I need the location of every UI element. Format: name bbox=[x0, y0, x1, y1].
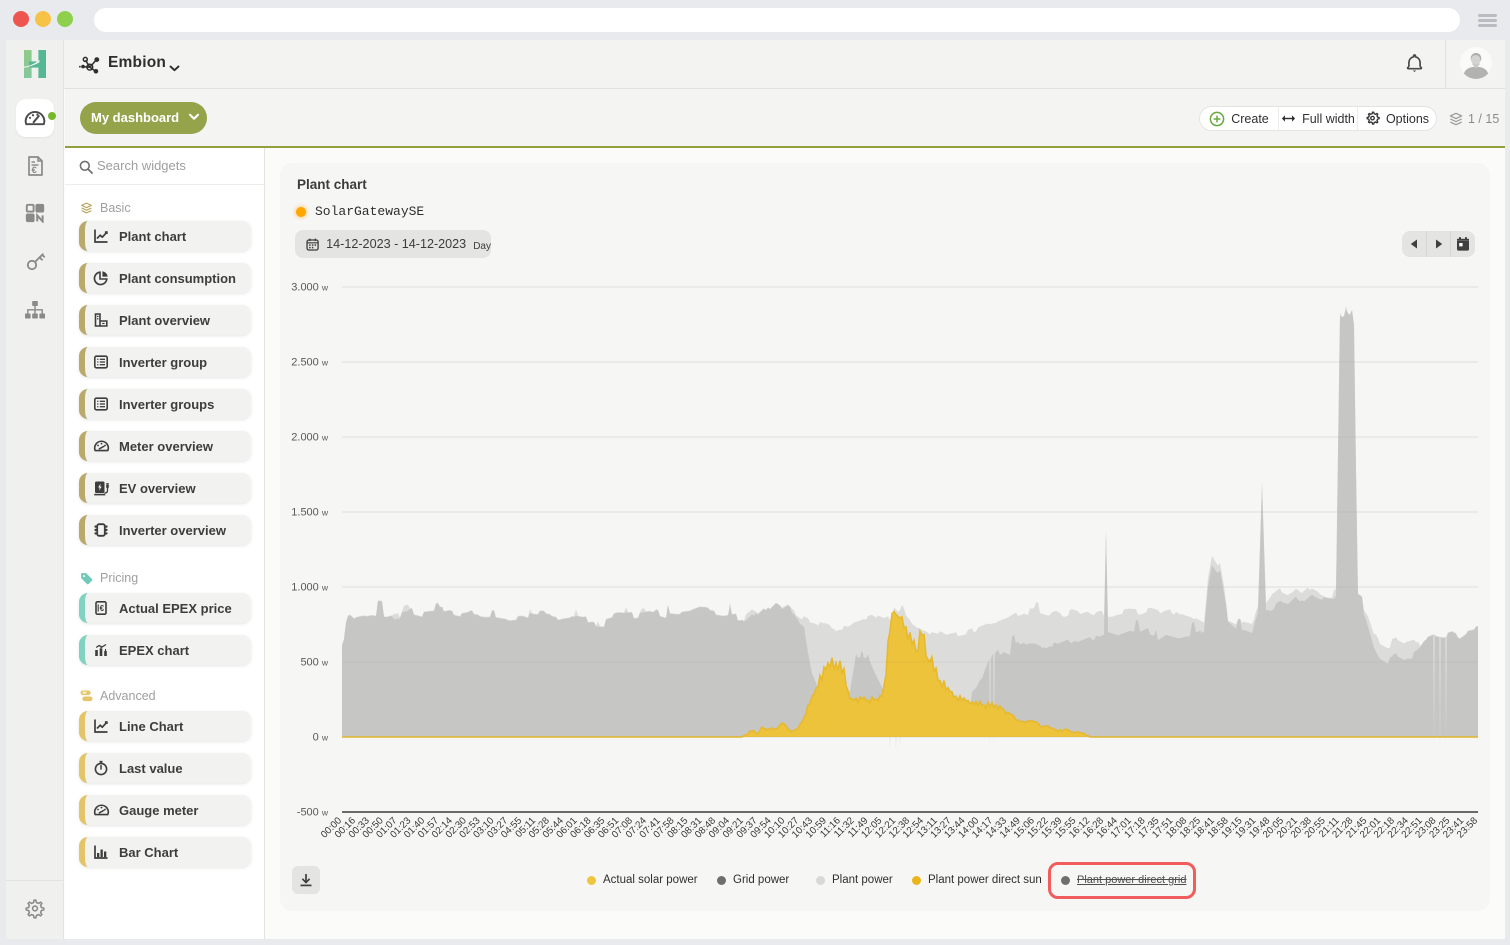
svg-text:1.000 w: 1.000 w bbox=[291, 582, 329, 594]
svg-text:500 w: 500 w bbox=[300, 657, 328, 669]
svg-text:2.000 w: 2.000 w bbox=[291, 432, 329, 444]
svg-text:€: € bbox=[32, 165, 38, 176]
svg-text:-500 w: -500 w bbox=[297, 807, 329, 819]
svg-text:3.000 w: 3.000 w bbox=[291, 282, 329, 294]
svg-text:€: € bbox=[100, 604, 105, 613]
svg-text:1.500 w: 1.500 w bbox=[291, 507, 329, 519]
svg-text:0 w: 0 w bbox=[313, 732, 329, 744]
svg-text:2.500 w: 2.500 w bbox=[291, 357, 329, 369]
